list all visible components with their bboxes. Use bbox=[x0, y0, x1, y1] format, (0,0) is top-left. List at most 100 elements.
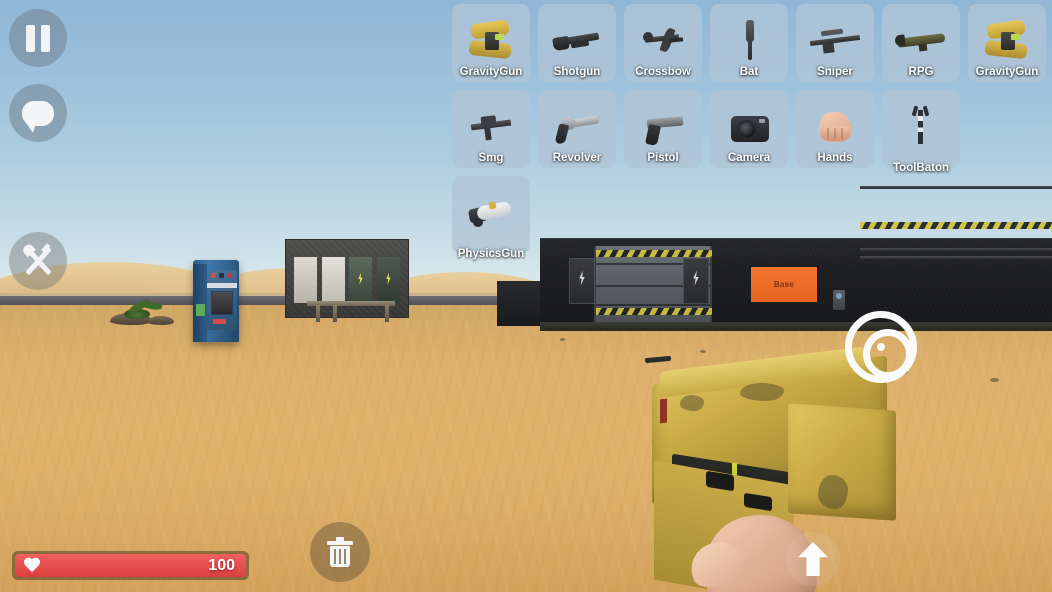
bench bbox=[307, 301, 395, 306]
inventory-slot-sniper[interactable]: Sniper bbox=[796, 4, 874, 82]
pistol-icon bbox=[635, 104, 691, 148]
weapon-indicator bbox=[660, 398, 667, 424]
bench-leg bbox=[385, 305, 389, 322]
vending-machine-button bbox=[211, 273, 216, 278]
trash-button[interactable] bbox=[310, 522, 370, 582]
hazard-bolt-icon bbox=[358, 272, 363, 285]
inventory-slot-gravitygun-2[interactable]: GravityGun bbox=[968, 4, 1046, 82]
pause-icon bbox=[41, 24, 50, 52]
vending-machine-screen bbox=[211, 291, 233, 315]
poster bbox=[294, 257, 317, 303]
inventory-slot-revolver[interactable]: Revolver bbox=[538, 90, 616, 168]
inventory-slot-pistol[interactable]: Pistol bbox=[624, 90, 702, 168]
smg-icon bbox=[463, 104, 519, 148]
tools-button[interactable] bbox=[9, 232, 67, 290]
inventory-slot-crossbow[interactable]: Crossbow bbox=[624, 4, 702, 82]
base-sign-text: Base bbox=[773, 280, 795, 289]
health-bar: 100 bbox=[12, 551, 249, 580]
tools-icon bbox=[22, 245, 54, 277]
heart-icon bbox=[23, 558, 41, 574]
weapon-smudge bbox=[818, 475, 848, 509]
vending-machine-decal bbox=[196, 304, 205, 316]
poster bbox=[349, 257, 372, 303]
rock bbox=[148, 316, 174, 325]
vending-machine-button bbox=[227, 273, 232, 278]
inventory-row: Smg Revolver Pistol Camera Hands ToolBat… bbox=[452, 90, 1046, 174]
arrow-up-icon bbox=[798, 542, 828, 576]
jump-button[interactable] bbox=[786, 532, 840, 586]
far-wall-segment bbox=[497, 281, 545, 326]
vending-machine-logo bbox=[213, 319, 226, 324]
inventory-slot-label: Smg bbox=[478, 152, 504, 164]
wall-base bbox=[540, 322, 1052, 331]
hands-icon bbox=[807, 104, 863, 148]
chat-button[interactable] bbox=[9, 84, 67, 142]
terminal-sign bbox=[683, 258, 709, 304]
inventory-slot-label: RPG bbox=[908, 66, 934, 78]
ground-pebble bbox=[560, 338, 565, 341]
inventory-slot-label: Camera bbox=[727, 152, 771, 164]
inventory-row: GravityGun Shotgun Crossbow Bat Sniper R… bbox=[452, 4, 1046, 82]
inventory-slot-smg[interactable]: Smg bbox=[452, 90, 530, 168]
chat-icon bbox=[22, 100, 54, 133]
inventory-slot-label: Hands bbox=[817, 152, 853, 164]
inventory-slot-label: PhysicsGun bbox=[457, 248, 525, 260]
trash-icon bbox=[327, 537, 353, 567]
crosshair-target bbox=[845, 311, 917, 383]
ground-pebble bbox=[700, 350, 706, 353]
inventory-slot-camera[interactable]: Camera bbox=[710, 90, 788, 168]
health-bar-fill: 100 bbox=[15, 554, 246, 577]
inventory-slot-label: Revolver bbox=[552, 152, 602, 164]
wall-control-box bbox=[833, 290, 845, 310]
vending-machine-side bbox=[193, 264, 207, 342]
inventory-row: PhysicsGun bbox=[452, 176, 1046, 260]
poster bbox=[377, 257, 400, 303]
base-sign: Base bbox=[749, 265, 819, 304]
inventory-slot-label: Bat bbox=[739, 66, 759, 78]
hangar-seam bbox=[596, 304, 710, 306]
hazard-stripe bbox=[596, 308, 712, 315]
terminal-sign bbox=[569, 258, 595, 304]
revolver-icon bbox=[549, 104, 605, 148]
inventory-slot-label: Pistol bbox=[647, 152, 679, 164]
inventory-slot-shotgun[interactable]: Shotgun bbox=[538, 4, 616, 82]
poster bbox=[322, 257, 345, 303]
toolbaton-icon bbox=[893, 104, 949, 148]
inventory-slot-label: Shotgun bbox=[553, 66, 601, 78]
inventory-slot-hands[interactable]: Hands bbox=[796, 90, 874, 168]
vending-machine-stripe bbox=[207, 283, 237, 288]
inventory-slot-gravitygun[interactable]: GravityGun bbox=[452, 4, 530, 82]
game-screen: Base 100 GravityGun Shotgun Crossbow Bat… bbox=[0, 0, 1052, 592]
camera-icon bbox=[721, 104, 777, 148]
inventory-slot-bat[interactable]: Bat bbox=[710, 4, 788, 82]
health-value: 100 bbox=[208, 556, 235, 574]
weapon-smudge bbox=[680, 395, 704, 411]
inventory-slot-rpg[interactable]: RPG bbox=[882, 4, 960, 82]
poster-board bbox=[285, 239, 409, 318]
vending-machine bbox=[193, 260, 239, 342]
gravitygun-icon bbox=[979, 18, 1035, 62]
inventory-slot-label: GravityGun bbox=[975, 66, 1039, 78]
pause-button[interactable] bbox=[9, 9, 67, 67]
bench-leg bbox=[333, 305, 337, 322]
inventory-slot-label: Sniper bbox=[817, 66, 853, 78]
inventory-slot-label: GravityGun bbox=[459, 66, 523, 78]
physicsgun-icon bbox=[463, 190, 519, 234]
held-weapon-gravitygun bbox=[620, 346, 940, 592]
sniper-icon bbox=[807, 18, 863, 62]
bolt-icon bbox=[579, 270, 585, 286]
gravitygun-icon bbox=[463, 18, 519, 62]
bench-leg bbox=[316, 305, 320, 322]
wall-rail bbox=[860, 256, 1052, 259]
inventory-slot-toolbaton[interactable]: ToolBaton bbox=[882, 90, 960, 174]
hazard-bolt-icon bbox=[386, 272, 391, 285]
bat-icon bbox=[721, 18, 777, 62]
inventory-slot-label: ToolBaton bbox=[893, 162, 949, 174]
shotgun-icon bbox=[549, 18, 605, 62]
inventory-slot-physicsgun[interactable]: PhysicsGun bbox=[452, 176, 530, 260]
crossbow-icon bbox=[635, 18, 691, 62]
trash-lid bbox=[327, 541, 353, 545]
weapon-smudge bbox=[740, 383, 784, 401]
trash-body bbox=[330, 546, 350, 567]
vending-machine-button bbox=[219, 273, 224, 278]
